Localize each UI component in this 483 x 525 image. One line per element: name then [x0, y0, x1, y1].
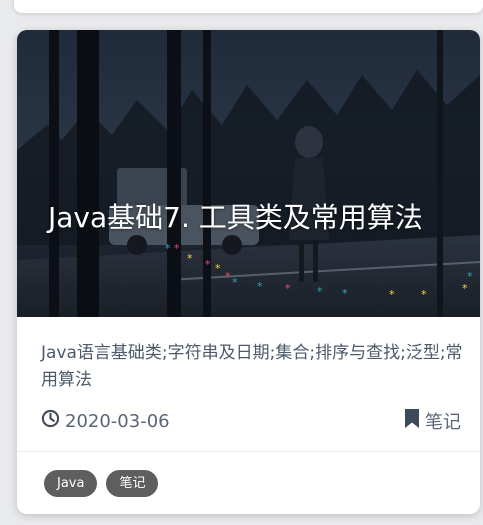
svg-text:*: *	[462, 282, 468, 295]
svg-text:*: *	[232, 276, 238, 289]
clock-icon	[41, 409, 60, 433]
post-title[interactable]: Java基础7. 工具类及常用算法	[48, 197, 448, 239]
post-meta: 2020-03-06 笔记	[41, 408, 461, 434]
svg-text:*: *	[317, 285, 323, 298]
bookmark-icon	[404, 408, 420, 434]
post-category[interactable]: 笔记	[404, 408, 461, 434]
post-category-text[interactable]: 笔记	[425, 408, 461, 434]
svg-text:*: *	[215, 262, 221, 275]
svg-text:*: *	[389, 288, 395, 301]
svg-text:*: *	[205, 258, 211, 271]
card-divider	[17, 451, 480, 452]
post-cover[interactable]: * * * * * * * * * * * * * * * Java基础7. 工…	[17, 30, 480, 317]
svg-text:*: *	[174, 242, 180, 255]
previous-post-card[interactable]	[14, 0, 483, 13]
tag-notes[interactable]: 笔记	[106, 470, 159, 497]
svg-text:*: *	[257, 280, 263, 293]
post-date-text: 2020-03-06	[65, 410, 170, 432]
post-card[interactable]: * * * * * * * * * * * * * * * Java基础7. 工…	[17, 30, 480, 514]
svg-text:*: *	[187, 252, 193, 265]
svg-text:*: *	[225, 270, 231, 283]
post-description: Java语言基础类;字符串及日期;集合;排序与查找;泛型;常用算法	[41, 343, 463, 390]
cover-image: * * * * * * * * * * * * * * *	[17, 30, 480, 317]
svg-text:*: *	[342, 287, 348, 300]
tag-java[interactable]: Java	[44, 470, 98, 497]
svg-text:*: *	[467, 270, 473, 283]
post-tags: Java 笔记	[44, 470, 159, 497]
svg-text:*: *	[285, 282, 291, 295]
svg-text:*: *	[165, 242, 171, 255]
svg-text:*: *	[421, 288, 427, 301]
post-date: 2020-03-06	[41, 409, 170, 433]
